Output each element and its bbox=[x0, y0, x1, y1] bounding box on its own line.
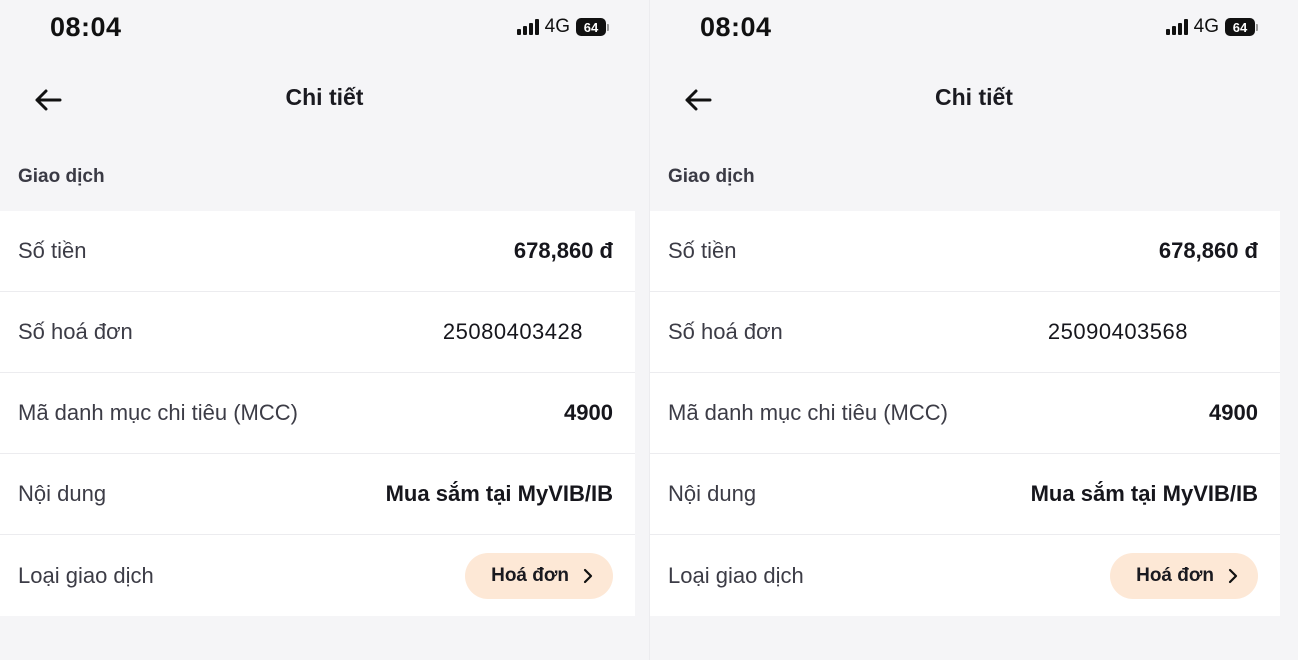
detail-row-invoice: Số hoá đơn 25080403428 bbox=[0, 292, 635, 373]
row-label: Số hoá đơn bbox=[18, 319, 133, 344]
nav-header: Chi tiết bbox=[0, 70, 649, 130]
transaction-type-label: Hoá đơn bbox=[491, 564, 569, 586]
battery-level: 64 bbox=[576, 18, 606, 36]
nav-header: Chi tiết bbox=[650, 70, 1298, 130]
signal-icon bbox=[516, 19, 539, 35]
section-title: Giao dịch bbox=[668, 166, 755, 187]
row-label: Loại giao dịch bbox=[18, 562, 154, 588]
phone-screen-left: 08:04 4G 64 Chi tiết Giao dịch Số tiền 6… bbox=[0, 0, 649, 660]
detail-row-mcc: Mã danh mục chi tiêu (MCC) 4900 bbox=[650, 373, 1280, 454]
network-label: 4G bbox=[1193, 16, 1219, 37]
status-bar: 08:04 4G 64 bbox=[0, 8, 649, 44]
amount-value: 678,860 đ bbox=[1158, 238, 1258, 263]
row-label: Số tiền bbox=[668, 238, 737, 263]
row-label: Nội dung bbox=[668, 481, 757, 506]
invoice-number-value[interactable]: 25080403428 bbox=[443, 319, 583, 345]
battery-icon: 64 bbox=[576, 18, 609, 36]
transaction-detail-list: Số tiền 678,860 đ Số hoá đơn 25080403428… bbox=[0, 211, 635, 616]
row-label: Mã danh mục chi tiêu (MCC) bbox=[18, 400, 298, 425]
detail-row-content: Nội dung Mua sắm tại MyVIB/IB bbox=[0, 454, 635, 535]
detail-row-invoice: Số hoá đơn 25090403568 bbox=[650, 292, 1280, 373]
section-title: Giao dịch bbox=[18, 166, 105, 187]
status-indicators: 4G 64 bbox=[516, 16, 609, 38]
transaction-type-label: Hoá đơn bbox=[1136, 564, 1214, 586]
detail-row-mcc: Mã danh mục chi tiêu (MCC) 4900 bbox=[0, 373, 635, 454]
transaction-detail-list: Số tiền 678,860 đ Số hoá đơn 25090403568… bbox=[650, 211, 1280, 616]
detail-row-transaction-type: Loại giao dịch Hoá đơn bbox=[650, 535, 1280, 616]
row-label: Mã danh mục chi tiêu (MCC) bbox=[668, 400, 948, 425]
row-label: Số tiền bbox=[18, 238, 87, 263]
row-label: Loại giao dịch bbox=[668, 562, 804, 588]
row-label: Số hoá đơn bbox=[668, 319, 783, 344]
transaction-type-button[interactable]: Hoá đơn bbox=[465, 552, 613, 599]
detail-row-amount: Số tiền 678,860 đ bbox=[0, 211, 635, 292]
status-indicators: 4G 64 bbox=[1165, 16, 1258, 38]
content-value: Mua sắm tại MyVIB/IB bbox=[385, 481, 613, 506]
status-bar: 08:04 4G 64 bbox=[650, 8, 1298, 44]
page-title: Chi tiết bbox=[285, 84, 364, 110]
phone-screen-right: 08:04 4G 64 Chi tiết Giao dịch Số tiền 6… bbox=[649, 0, 1298, 660]
status-time: 08:04 bbox=[700, 12, 772, 42]
chevron-right-icon bbox=[1228, 568, 1238, 583]
mcc-value: 4900 bbox=[564, 400, 613, 425]
chevron-right-icon bbox=[583, 568, 593, 583]
detail-row-amount: Số tiền 678,860 đ bbox=[650, 211, 1280, 292]
detail-row-transaction-type: Loại giao dịch Hoá đơn bbox=[0, 535, 635, 616]
amount-value: 678,860 đ bbox=[513, 238, 613, 263]
content-value: Mua sắm tại MyVIB/IB bbox=[1030, 481, 1258, 506]
battery-icon: 64 bbox=[1225, 18, 1258, 36]
screenshot-stage: 08:04 4G 64 Chi tiết Giao dịch Số tiền 6… bbox=[0, 0, 1298, 660]
status-time: 08:04 bbox=[50, 12, 122, 42]
invoice-number-value[interactable]: 25090403568 bbox=[1048, 319, 1188, 345]
row-label: Nội dung bbox=[18, 481, 107, 506]
signal-icon bbox=[1165, 19, 1188, 35]
detail-row-content: Nội dung Mua sắm tại MyVIB/IB bbox=[650, 454, 1280, 535]
transaction-type-button[interactable]: Hoá đơn bbox=[1110, 552, 1258, 599]
battery-level: 64 bbox=[1225, 18, 1255, 36]
mcc-value: 4900 bbox=[1209, 400, 1258, 425]
page-title: Chi tiết bbox=[935, 84, 1013, 110]
network-label: 4G bbox=[544, 16, 570, 37]
